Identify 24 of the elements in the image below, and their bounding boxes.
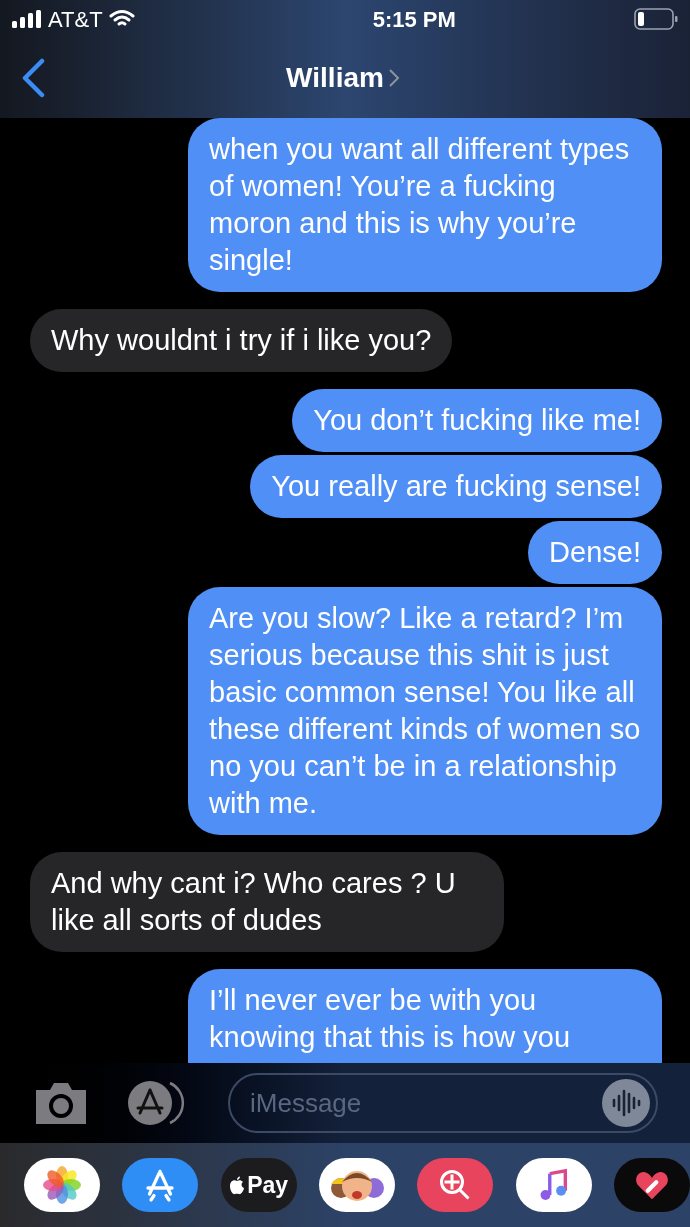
photos-app-icon[interactable] [24,1158,100,1212]
app-store-icon[interactable] [122,1158,199,1212]
apple-pay-button[interactable]: Pay [220,1158,297,1212]
apple-logo-icon [229,1175,246,1195]
heart-sticker-icon[interactable] [613,1158,690,1212]
chevron-right-icon [387,68,400,88]
sent-message-bubble: when you want all different types of women! You’re a fucking moron and this is why you’re single! [188,118,662,292]
memoji-stickers-icon[interactable] [319,1158,395,1212]
contact-name-button[interactable]: William [286,57,400,99]
battery-icon [634,8,678,30]
web-search-icon[interactable] [417,1158,494,1212]
received-message-bubble: And why cant i? Who cares ? U like all sorts of dudes [30,852,504,952]
back-chevron-icon[interactable] [20,58,46,98]
sent-message-bubble: I’ll never ever be with you knowing that this is how you [188,969,662,1063]
sent-message-bubble: Are you slow? Like a retard? I’m serious because this shit is just basic common sense! You like all these different kinds of women so no you can’t be in a relationship with me. [188,587,662,835]
music-note-icon[interactable] [515,1158,592,1212]
clock-time: 5:15 PM [371,5,456,34]
carrier-name: AT&T [48,5,103,34]
sent-message-bubble: Dense! [528,521,662,584]
audio-wave-icon[interactable] [602,1079,650,1127]
sent-message-bubble: You don’t fucking like me! [292,389,662,452]
received-message-bubble: Why wouldnt i try if i like you? [30,309,453,372]
signal-icon [12,10,42,28]
sent-message-bubble: You really are fucking sense! [250,455,662,518]
